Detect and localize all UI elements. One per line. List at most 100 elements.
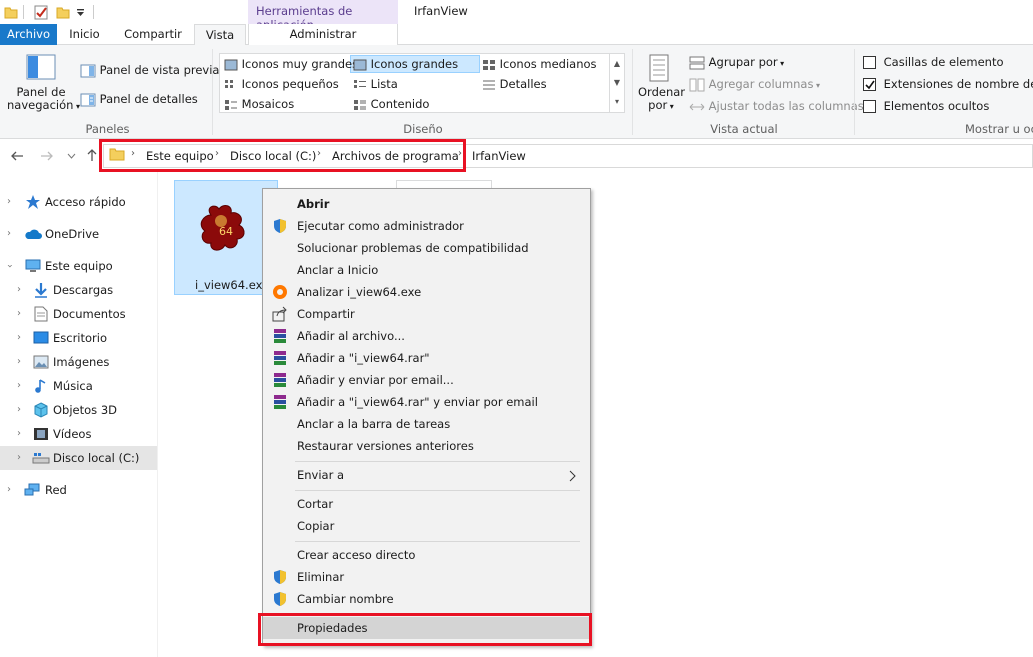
nav-item-desktop[interactable]: › Escritorio [0,326,157,350]
hidden-items-toggle[interactable]: Elementos ocultos [863,97,989,115]
layout-extra-large-icons[interactable]: Iconos muy grandes [224,55,358,73]
layout-large-icons[interactable]: Iconos grandes [353,55,458,73]
layout-small-icons[interactable]: Iconos pequeños [224,75,339,93]
layout-details[interactable]: Detalles [482,75,547,93]
tab-home[interactable]: Inicio [57,24,112,45]
nav-item-label: Escritorio [53,331,108,345]
layout-gallery-scroll[interactable]: ▲ ▼ ▾ [609,54,624,112]
tab-share[interactable]: Compartir [112,24,194,45]
menu-item-open[interactable]: Abrir [263,193,590,215]
navigation-pane-label-1: Panel de [16,85,66,99]
menu-item-cut[interactable]: Cortar [263,493,590,515]
menu-item-copy[interactable]: Copiar [263,515,590,537]
chevron-down-icon: ▾ [813,81,821,90]
menu-item-troubleshoot[interactable]: Solucionar problemas de compatibilidad [263,237,590,259]
item-checkboxes-checkbox[interactable] [863,56,876,69]
layout-content[interactable]: Contenido [353,95,429,113]
menu-item-label: Añadir a "i_view64.rar" [297,351,430,365]
menu-item-pin-taskbar[interactable]: Anclar a la barra de tareas [263,413,590,435]
nav-item-network[interactable]: › Red [0,478,157,502]
layout-group-label: Diseño [403,122,443,136]
sort-by-button[interactable]: Ordenar por ▾ [638,53,685,113]
details-pane-label: Panel de detalles [99,92,198,106]
tab-file[interactable]: Archivo [0,24,57,45]
chevron-down-icon: ▾ [73,102,80,111]
nav-item-downloads[interactable]: › Descargas [0,278,157,302]
tiles-label: Mosaicos [241,97,295,111]
chevron-right-icon: › [17,332,21,343]
menu-item-scan[interactable]: Analizar i_view64.exe [263,281,590,303]
add-columns-icon [689,78,705,91]
ribbon-separator [632,49,633,135]
group-by-label: Agrupar por [708,55,778,69]
nav-item-local-disk[interactable]: › Disco local (C:) [0,446,157,470]
hidden-items-checkbox[interactable] [863,100,876,113]
menu-item-add-rar[interactable]: Añadir a "i_view64.rar" [263,347,590,369]
network-icon [24,483,40,496]
menu-item-label: Crear acceso directo [297,548,416,562]
menu-item-add-email[interactable]: Añadir y enviar por email... [263,369,590,391]
desktop-icon [33,331,49,344]
details-pane-button[interactable]: Panel de detalles [80,90,198,108]
share-icon [272,306,287,322]
menu-item-share[interactable]: Compartir [263,303,590,325]
preview-pane-icon [80,64,96,77]
nav-item-documents[interactable]: › Documentos [0,302,157,326]
back-arrow-icon[interactable] [10,150,24,162]
menu-item-rename[interactable]: Cambiar nombre [263,588,590,610]
menu-item-create-shortcut[interactable]: Crear acceso directo [263,544,590,566]
menu-item-label: Añadir al archivo... [297,329,405,343]
menu-item-label: Solucionar problemas de compatibilidad [297,241,529,255]
nav-item-pictures[interactable]: › Imágenes [0,350,157,374]
show-hide-group-label: Mostrar u oc [965,122,1033,136]
preview-pane-button[interactable]: Panel de vista previa [80,61,219,79]
chevron-right-icon: › [7,196,11,207]
nav-item-videos[interactable]: › Vídeos [0,422,157,446]
nav-item-label: Disco local (C:) [53,451,140,465]
add-columns-button[interactable]: Agregar columnas ▾ [689,75,820,93]
winrar-icon [274,373,286,387]
menu-item-add-rar-email[interactable]: Añadir a "i_view64.rar" y enviar por ema… [263,391,590,413]
check-icon [865,80,875,90]
add-columns-label: Agregar columnas [708,77,814,91]
fit-columns-button[interactable]: Ajustar todas las columnas [689,97,864,115]
new-folder-icon[interactable] [56,5,70,19]
forward-arrow-icon[interactable] [40,150,54,162]
breadcrumb-irfanview[interactable]: IrfanView [472,149,526,163]
nav-item-this-pc[interactable]: › Este equipo [0,254,157,278]
menu-item-restore[interactable]: Restaurar versiones anteriores [263,435,590,457]
computer-icon [25,259,41,272]
item-checkboxes-toggle[interactable]: Casillas de elemento [863,53,1004,71]
file-extensions-toggle[interactable]: Extensiones de nombre de ar [863,75,1033,93]
details-pane-icon [80,93,96,106]
nav-item-3d-objects[interactable]: › Objetos 3D [0,398,157,422]
tab-view[interactable]: Vista [194,24,246,46]
recent-locations-icon[interactable] [67,152,76,160]
menu-item-delete[interactable]: Eliminar [263,566,590,588]
tab-manage[interactable]: Administrar [248,24,398,45]
large-icons-label: Iconos grandes [370,57,459,71]
layout-tiles[interactable]: Mosaicos [224,95,294,113]
group-by-button[interactable]: Agrupar por ▾ [689,53,784,71]
navigation-pane-button[interactable]: Panel de navegación ▾ [7,51,80,119]
menu-item-run-as-admin[interactable]: Ejecutar como administrador [263,215,590,237]
music-icon [35,379,46,393]
nav-item-label: Red [45,483,67,497]
menu-item-add-archive[interactable]: Añadir al archivo... [263,325,590,347]
nav-item-quick-access[interactable]: › Acceso rápido [0,190,157,214]
menu-item-pin-start[interactable]: Anclar a Inicio [263,259,590,281]
file-extensions-checkbox[interactable] [863,78,876,91]
nav-item-music[interactable]: › Música [0,374,157,398]
nav-item-onedrive[interactable]: › OneDrive [0,222,157,246]
qat-dropdown-icon[interactable] [76,8,85,17]
properties-icon[interactable] [33,4,49,20]
menu-item-label: Cambiar nombre [297,592,394,606]
up-arrow-icon[interactable] [85,148,99,162]
menu-item-label: Copiar [297,519,335,533]
list-icon [354,79,366,88]
navigation-pane-label-2: navegación [7,98,74,112]
layout-list[interactable]: Lista [353,75,398,93]
layout-medium-icons[interactable]: Iconos medianos [482,55,597,73]
file-item-partial[interactable] [396,180,492,188]
menu-item-send-to[interactable]: Enviar a [263,464,590,486]
